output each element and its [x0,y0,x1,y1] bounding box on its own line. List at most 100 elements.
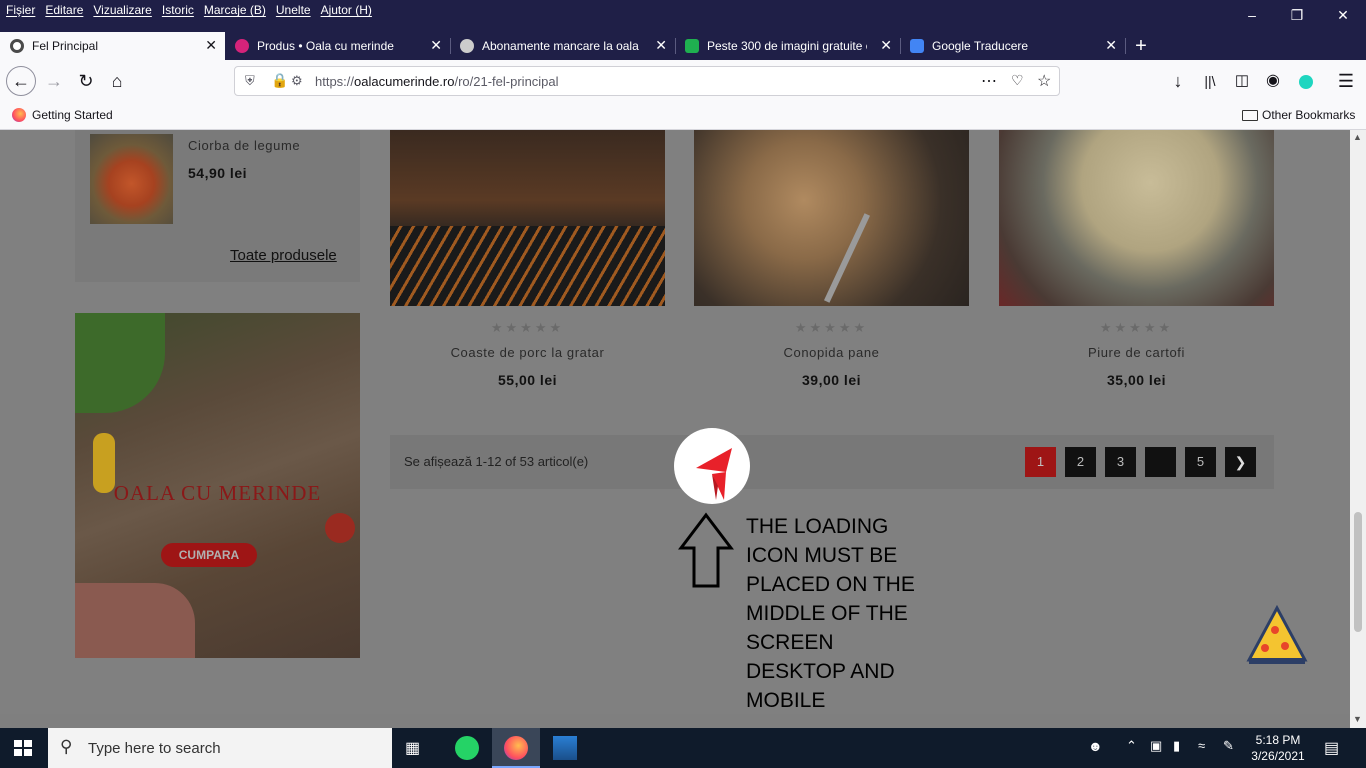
lock-icon[interactable]: 🔒 [271,72,288,89]
tab-separator [1125,38,1126,54]
close-tab-icon[interactable]: ✕ [880,38,892,52]
product-image-coaste[interactable] [390,130,665,306]
bookmark-getting-started[interactable]: Getting Started [12,108,113,122]
results-count: Se afișează 1-12 of 53 articol(e) [404,454,589,469]
product-price: 55,00 lei [498,372,557,388]
battery-icon[interactable]: ▮ [1173,738,1180,754]
pen-icon[interactable]: ✎ [1223,738,1234,754]
product-image-conopida[interactable] [694,130,969,306]
product-price: 39,00 lei [802,372,861,388]
close-tab-icon[interactable]: ✕ [1105,38,1117,52]
windows-start-icon[interactable] [14,740,32,756]
show-hidden-icons-chevron-icon[interactable]: ⌃ [1126,738,1137,754]
new-tab-plus-icon[interactable]: + [1130,34,1152,58]
page-1-button[interactable]: 1 [1025,447,1056,477]
up-arrow-annotation-icon [678,512,734,588]
site-favicon-icon [10,39,24,53]
permissions-icon[interactable]: ⚙ [291,73,303,89]
close-window-button[interactable]: ✕ [1323,4,1363,26]
photos-icon[interactable] [553,736,577,760]
sidebar-products-box: Ciorba de legume 54,90 lei Toate produse… [75,130,360,282]
scrollbar-thumb[interactable] [1354,512,1362,632]
rating-stars: ★★★★★ [1099,320,1174,335]
site-favicon-icon [685,39,699,53]
page-content: Ciorba de legume 54,90 lei Toate produse… [0,130,1350,714]
bookmark-star-icon[interactable]: ☆ [1037,71,1051,91]
menu-history[interactable]: Istoric [162,3,194,17]
sidebar-product-name[interactable]: Ciorba de legume [188,138,300,153]
back-arrow-icon[interactable]: ← [6,66,36,96]
forward-arrow-icon[interactable]: → [40,67,68,95]
menu-help[interactable]: Ajutor (H) [321,3,372,17]
cumpara-button[interactable]: CUMPARA [161,543,257,567]
promo-banner[interactable]: OALA CU MERINDE CUMPARA [75,313,360,658]
restore-button[interactable]: ❐ [1277,4,1317,26]
site-favicon-icon [460,39,474,53]
minimize-button[interactable]: – [1232,4,1272,26]
other-bookmarks-label: Other Bookmarks [1262,108,1356,122]
library-icon[interactable]: ||\ [1196,67,1224,95]
taskbar-search-box[interactable]: ⚲ Type here to search [48,728,392,768]
product-name[interactable]: Conopida pane [694,345,969,360]
tab-label: Produs • Oala cu merinde [257,39,394,53]
product-image-piure[interactable] [999,130,1274,306]
close-tab-icon[interactable]: ✕ [430,38,442,52]
close-tab-icon[interactable]: ✕ [655,38,667,52]
tab-pexels[interactable]: Peste 300 de imagini gratuite cu ✕ [675,32,900,60]
menu-edit[interactable]: Editare [45,3,83,17]
whatsapp-icon[interactable] [455,736,479,760]
product-card-piure: ★★★★★ Piure de cartofi 35,00 lei [999,320,1274,388]
home-icon[interactable]: ⌂ [103,67,131,95]
people-icon[interactable]: ☻ [1088,738,1103,754]
menu-file[interactable]: Fişier [6,3,35,17]
product-card-coaste: ★★★★★ Coaste de porc la gratar 55,00 lei [390,320,665,388]
loading-logo-icon [696,448,732,500]
product-name[interactable]: Piure de cartofi [999,345,1274,360]
taskbar-clock[interactable]: 5:18 PM 3/26/2021 [1248,732,1308,764]
scroll-up-icon[interactable]: ▲ [1353,132,1362,142]
menu-view[interactable]: Vizualizare [93,3,151,17]
url-text[interactable]: https://oalacumerinde.ro/ro/21-fel-princ… [315,74,559,89]
url-bar[interactable]: ⛨ 🔒 ⚙ https://oalacumerinde.ro/ro/21-fel… [234,66,1060,96]
wifi-icon[interactable]: ≈ [1198,738,1205,753]
menu-bookmarks[interactable]: Marcaje (B) [204,3,266,17]
notifications-icon[interactable]: ▤ [1324,738,1339,758]
extension-icon[interactable] [1292,67,1320,95]
windows-taskbar: ⚲ Type here to search ▦ ☻ ⌃ ▣ ▮ ≈ ✎ 5:18… [0,728,1366,768]
tab-label: Peste 300 de imagini gratuite cu [707,39,867,53]
page-actions-icon[interactable]: ⋯ [981,71,997,91]
scroll-down-icon[interactable]: ▼ [1353,714,1362,724]
menu-tools[interactable]: Unelte [276,3,311,17]
next-page-chevron-icon[interactable]: ❯ [1225,447,1256,477]
tab-fel-principal[interactable]: Fel Principal ✕ [0,32,225,60]
search-icon: ⚲ [60,737,73,756]
product-card-conopida: ★★★★★ Conopida pane 39,00 lei [694,320,969,388]
soup-thumbnail[interactable] [90,134,173,224]
page-5-button[interactable]: 5 [1185,447,1216,477]
close-tab-icon[interactable]: ✕ [205,38,217,52]
pizza-chat-icon[interactable] [1245,604,1309,668]
url-protocol: https:// [315,74,355,89]
shield-icon[interactable]: ⛨ [245,73,255,89]
tab-produs[interactable]: Produs • Oala cu merinde ✕ [225,32,450,60]
other-bookmarks[interactable]: Other Bookmarks [1242,108,1355,122]
account-icon[interactable]: ◉ [1259,67,1287,95]
webcam-icon[interactable]: ▣ [1150,738,1162,754]
tab-google-translate[interactable]: Google Traducere ✕ [900,32,1125,60]
all-products-link[interactable]: Toate produsele [230,247,337,264]
sidebar-icon[interactable]: ◫ [1228,67,1256,95]
hamburger-menu-icon[interactable]: ☰ [1332,67,1360,95]
annotation-text: THE LOADING ICON MUST BE PLACED ON THE M… [746,515,915,712]
pocket-icon[interactable]: ♡ [1011,72,1024,89]
product-name[interactable]: Coaste de porc la gratar [390,345,665,360]
firefox-icon [504,736,528,760]
taskbar-firefox-active[interactable] [492,728,540,768]
task-view-icon[interactable]: ▦ [405,738,420,758]
page-ellipsis-button[interactable] [1145,447,1176,477]
tab-abonamente[interactable]: Abonamente mancare la oala - ✕ [450,32,675,60]
page-3-button[interactable]: 3 [1105,447,1136,477]
page-2-button[interactable]: 2 [1065,447,1096,477]
downloads-icon[interactable]: ↓ [1164,67,1192,95]
page-scrollbar[interactable]: ▲ ▼ [1350,130,1366,728]
reload-icon[interactable]: ↻ [72,67,100,95]
